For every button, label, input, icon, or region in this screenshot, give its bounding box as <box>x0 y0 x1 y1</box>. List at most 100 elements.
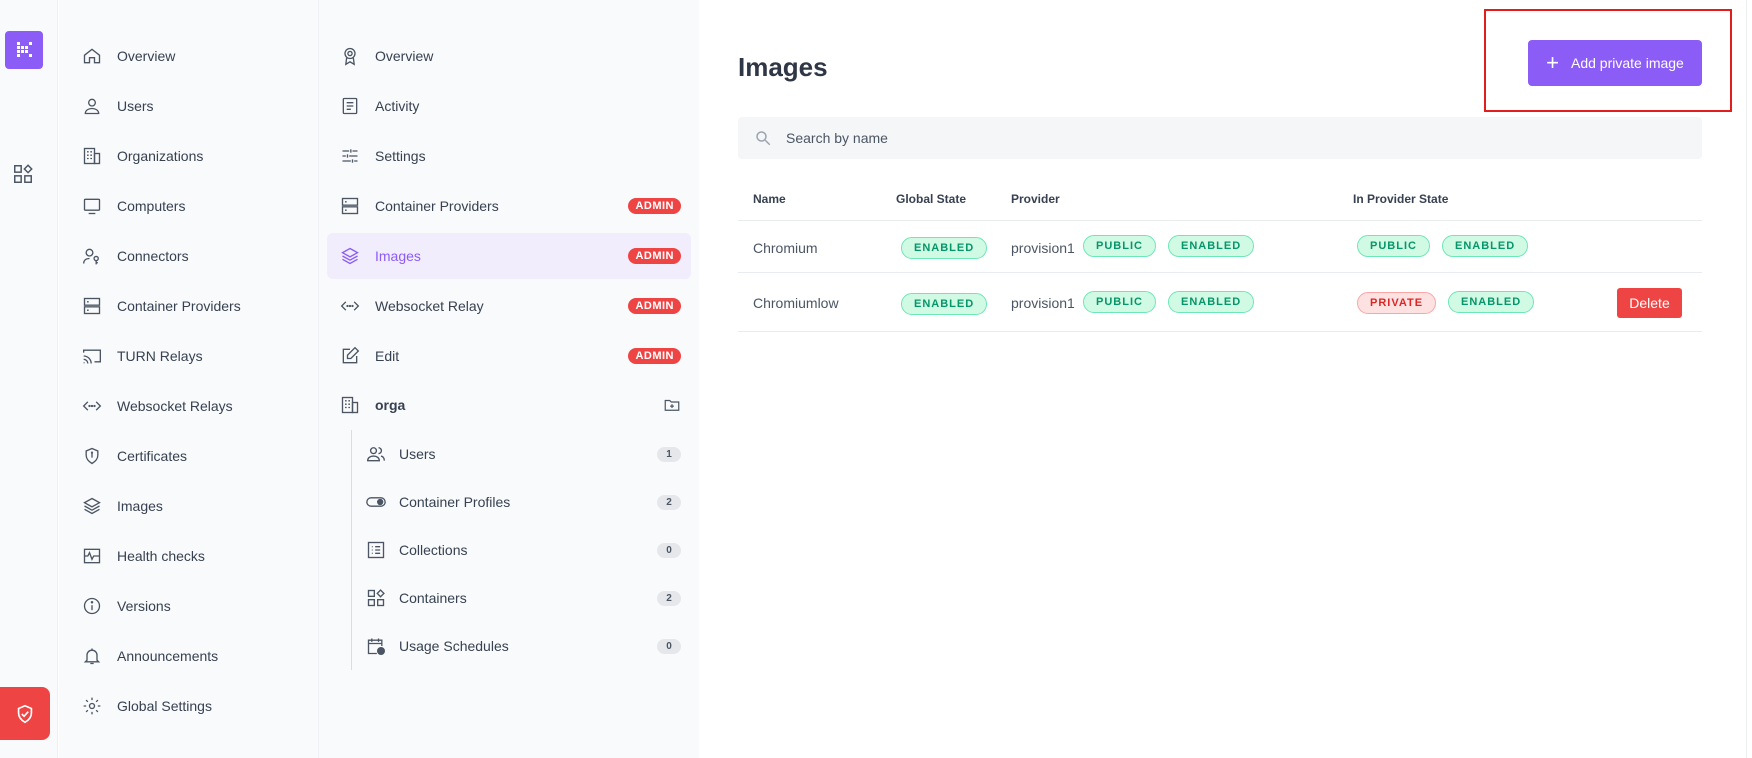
images-page: Images + Add private image Name Global S… <box>699 0 1752 758</box>
search-input[interactable] <box>786 130 1666 146</box>
nav-item-global-settings[interactable]: Global Settings <box>81 691 212 721</box>
provider-visibility-badge: PUBLIC <box>1083 235 1156 257</box>
admin-badge: ADMIN <box>628 248 681 264</box>
count-badge: 1 <box>657 447 681 462</box>
search-bar <box>738 117 1702 159</box>
nav-item-label: Overview <box>117 48 176 64</box>
sliders-icon <box>339 145 361 167</box>
add-private-image-button[interactable]: + Add private image <box>1528 40 1702 86</box>
subnav-item-container-providers[interactable]: Container Providers ADMIN <box>327 183 691 229</box>
shield-icon <box>81 445 103 467</box>
calendar-clock-icon <box>365 635 387 657</box>
monitor-icon <box>81 195 103 217</box>
users-icon <box>365 443 387 465</box>
nav-item-label: Global Settings <box>117 698 212 714</box>
count-badge: 2 <box>657 495 681 510</box>
nav-item-label: Health checks <box>117 548 205 564</box>
delete-button[interactable]: Delete <box>1617 288 1682 318</box>
nav-item-turn-relays[interactable]: TURN Relays <box>81 341 203 371</box>
in-provider-state-badge: ENABLED <box>1442 235 1529 257</box>
subnav-item-images[interactable]: Images ADMIN <box>327 233 691 279</box>
toggle-icon <box>365 491 387 513</box>
server-icon <box>339 195 361 217</box>
in-provider-state-badge: ENABLED <box>1448 291 1535 313</box>
org-item-usage-schedules[interactable]: Usage Schedules 0 <box>365 631 681 661</box>
subnav-item-websocket-relay[interactable]: Websocket Relay ADMIN <box>327 283 691 329</box>
nav-item-certificates[interactable]: Certificates <box>81 441 187 471</box>
subnav-item-edit[interactable]: Edit ADMIN <box>327 333 691 379</box>
divider <box>738 220 1702 221</box>
global-state-badge: ENABLED <box>901 237 988 259</box>
org-item-label: Users <box>399 446 436 462</box>
provider-visibility-badge: PUBLIC <box>1083 291 1156 313</box>
nav-item-connectors[interactable]: Connectors <box>81 241 189 271</box>
layers-icon <box>81 495 103 517</box>
nav-item-label: Users <box>117 98 154 114</box>
code-arrows-icon <box>339 295 361 317</box>
add-private-image-label: Add private image <box>1571 55 1684 71</box>
nav-item-label: Websocket Relays <box>117 398 233 414</box>
divider <box>738 272 1702 273</box>
kasm-logo-icon[interactable] <box>5 31 43 69</box>
nav-item-label: TURN Relays <box>117 348 203 364</box>
nav-item-organizations[interactable]: Organizations <box>81 141 203 171</box>
nav-item-announcements[interactable]: Announcements <box>81 641 218 671</box>
edit-icon <box>339 345 361 367</box>
subnav-item-label: Activity <box>375 98 420 114</box>
nav-item-websocket-relays[interactable]: Websocket Relays <box>81 391 233 421</box>
nav-item-label: Images <box>117 498 163 514</box>
org-item-label: Usage Schedules <box>399 638 509 654</box>
admin-badge: ADMIN <box>628 198 681 214</box>
server-icon <box>81 295 103 317</box>
main-navigation: Overview Users Organizations Computers C… <box>59 0 319 758</box>
app-rail <box>0 0 58 758</box>
admin-badge: ADMIN <box>628 298 681 314</box>
apps-grid-icon[interactable] <box>12 163 34 185</box>
pulse-icon <box>81 545 103 567</box>
image-name: Chromium <box>753 240 818 256</box>
subnav-item-label: Images <box>375 248 421 264</box>
column-header-name: Name <box>753 192 786 206</box>
document-icon <box>339 95 361 117</box>
in-provider-visibility-badge: PRIVATE <box>1357 292 1437 314</box>
subnav-item-label: Edit <box>375 348 400 364</box>
subnav-item-label: Container Providers <box>375 198 499 214</box>
org-item-users[interactable]: Users 1 <box>365 439 681 469</box>
nav-item-health-checks[interactable]: Health checks <box>81 541 205 571</box>
subnav-item-settings[interactable]: Settings <box>327 133 691 179</box>
nav-item-overview[interactable]: Overview <box>81 41 175 71</box>
code-arrows-icon <box>81 395 103 417</box>
org-section-header: orga <box>327 390 691 420</box>
subnav-item-label: Websocket Relay <box>375 298 484 314</box>
badge-icon <box>339 45 361 67</box>
subnav-item-overview[interactable]: Overview <box>327 33 691 79</box>
org-item-containers[interactable]: Containers 2 <box>365 583 681 613</box>
nav-item-computers[interactable]: Computers <box>81 191 185 221</box>
user-icon <box>81 95 103 117</box>
nav-item-label: Organizations <box>117 148 204 164</box>
org-item-container-profiles[interactable]: Container Profiles 2 <box>365 487 681 517</box>
nav-item-label: Container Providers <box>117 298 241 314</box>
divider <box>738 331 1702 332</box>
bell-icon <box>81 645 103 667</box>
count-badge: 2 <box>657 591 681 606</box>
count-badge: 0 <box>657 639 681 654</box>
building-icon <box>339 394 361 416</box>
shield-check-icon[interactable] <box>0 687 50 740</box>
admin-badge: ADMIN <box>628 348 681 364</box>
nav-item-container-providers[interactable]: Container Providers <box>81 291 241 321</box>
subnav-item-activity[interactable]: Activity <box>327 83 691 129</box>
nav-item-versions[interactable]: Versions <box>81 591 171 621</box>
nav-item-label: Versions <box>117 598 171 614</box>
nav-item-images[interactable]: Images <box>81 491 163 521</box>
org-item-label: Container Profiles <box>399 494 511 510</box>
user-key-icon <box>81 245 103 267</box>
org-item-label: Containers <box>399 590 467 606</box>
nav-item-users[interactable]: Users <box>81 91 154 121</box>
column-header-in-provider-state: In Provider State <box>1353 192 1449 206</box>
org-name: orga <box>375 397 406 413</box>
org-item-collections[interactable]: Collections 0 <box>365 535 681 565</box>
nav-item-label: Computers <box>117 198 186 214</box>
tree-connector <box>351 430 352 670</box>
folder-add-icon[interactable] <box>663 396 681 414</box>
